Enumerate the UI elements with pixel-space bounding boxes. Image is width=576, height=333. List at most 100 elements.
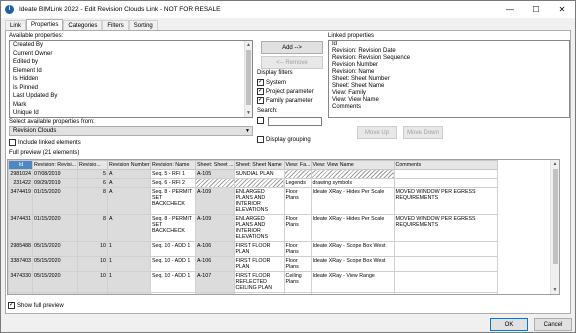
table-cell[interactable]: 1	[107, 256, 151, 272]
table-row[interactable]: 3387403 05/15/2020 10 1 Seq. 10 - ADD 1 A-106…	[8, 256, 498, 272]
table-cell[interactable]: 05/15/2020	[32, 292, 78, 294]
table-row[interactable]: 347443805/15/2020101Seq. 10 - ADD 1A-108…	[8, 292, 498, 294]
table-row[interactable]: 2981024 07/08/2019 5 A Seq. 5 - RFI 1 A-105 SU…	[8, 169, 498, 179]
available-property-item[interactable]: Created By	[10, 41, 252, 50]
available-scrollbar[interactable]: ▲ ▼	[244, 41, 252, 117]
table-cell[interactable]: 10	[77, 292, 108, 294]
table-cell[interactable]	[195, 178, 235, 188]
close-button[interactable]: ✕	[549, 1, 575, 18]
table-cell[interactable]	[310, 169, 395, 179]
table-cell[interactable]: Floor Plans	[283, 214, 312, 242]
table-cell[interactable]: Floor Plans	[283, 241, 312, 257]
checkbox-box[interactable]	[257, 117, 264, 124]
table-cell[interactable]: Ideate XRay - Hides Per Scale	[310, 187, 395, 215]
column-header[interactable]: View: Fa...	[283, 160, 312, 170]
table-cell[interactable]: 10	[77, 241, 108, 257]
checkbox-box[interactable]	[257, 136, 264, 143]
linked-properties-list[interactable]: Id Revision: Revision Date Revision: Revis…	[328, 40, 570, 118]
table-row[interactable]: 3474419 01/15/2020 8 A Seq. 8 - PERMIT SET B…	[8, 187, 498, 215]
linked-property-item[interactable]: View: Family	[329, 90, 569, 97]
table-cell[interactable]	[393, 256, 498, 272]
table-cell[interactable]: A-106	[195, 256, 235, 272]
table-cell[interactable]	[233, 178, 285, 188]
table-cell[interactable]: A	[107, 214, 151, 242]
table-cell[interactable]: Seq. 5 - RFI 1	[150, 169, 196, 179]
table-cell[interactable]: Seq. 10 - ADD 1	[150, 256, 196, 272]
table-row[interactable]: 3474431 01/15/2020 8 A Seq. 8 - PERMIT SET B…	[8, 214, 498, 242]
table-cell[interactable]	[393, 271, 498, 293]
available-properties-list[interactable]: Created By Current Owner Edited by Element …	[9, 40, 253, 118]
scroll-down-icon[interactable]: ▼	[551, 286, 559, 294]
table-cell[interactable]: Ideate XRay - Scope Box West	[310, 256, 395, 272]
table-cell[interactable]: Ideate XRay - Hides Per Scale	[310, 214, 395, 242]
linked-property-item[interactable]: Id	[329, 41, 569, 48]
table-cell[interactable]: ENLARGED PLANS AND INTERIOR ELEVATIONS	[233, 214, 285, 242]
table-cell[interactable]: 09/29/2019	[32, 178, 78, 188]
linked-property-item[interactable]: Comments	[329, 104, 569, 111]
move-up-button[interactable]: Move Up	[357, 126, 397, 139]
table-cell[interactable]: ENLARGED PLANS AND INTERIOR ELEVATIONS	[233, 187, 285, 215]
table-cell[interactable]: Legends	[283, 178, 312, 188]
checkbox-box[interactable]	[9, 139, 16, 146]
table-cell[interactable]: ENLARGED PLANS & INTERIOR	[233, 292, 285, 294]
grid-scroll-thumb[interactable]	[553, 169, 558, 264]
table-cell[interactable]: Seq. 10 - ADD 1	[150, 241, 196, 257]
column-header[interactable]: Comments	[393, 160, 498, 170]
remove-button[interactable]: <-- Remove	[261, 56, 323, 69]
table-cell[interactable]: 3474419	[8, 187, 33, 215]
tab-link[interactable]: Link	[5, 20, 27, 30]
display-grouping-checkbox[interactable]: Display grouping	[257, 136, 311, 143]
table-cell[interactable]: 05/15/2020	[32, 271, 78, 293]
column-header[interactable]: Revisio...	[77, 160, 108, 170]
filter-system-checkbox[interactable]: ✓ System	[257, 79, 286, 86]
table-cell[interactable]: 07/08/2019	[32, 169, 78, 179]
table-cell[interactable]: 8	[77, 187, 108, 215]
table-cell[interactable]: FIRST FLOOR PLAN	[233, 241, 285, 257]
table-cell[interactable]: drawing symbols	[310, 178, 395, 188]
available-property-item[interactable]: Last Updated By	[10, 92, 252, 101]
linked-property-item[interactable]: Revision: Revision Sequence	[329, 55, 569, 62]
check-icon[interactable]: ✓	[257, 88, 264, 95]
available-property-item[interactable]: Unique Id	[10, 109, 252, 117]
table-cell[interactable]: 01/15/2020	[32, 214, 78, 242]
include-linked-checkbox[interactable]: Include linked elements	[9, 139, 81, 146]
linked-property-item[interactable]: Revision: Name	[329, 69, 569, 76]
table-cell[interactable]: 6	[77, 178, 108, 188]
table-cell[interactable]: Ideate XRay - Scope Box West	[310, 292, 395, 294]
column-header[interactable]: Revision: Revisi...	[32, 160, 78, 170]
column-header[interactable]: Revision: Name	[150, 160, 196, 170]
table-cell[interactable]: 3387403	[8, 256, 33, 272]
search-checkbox[interactable]	[257, 117, 266, 124]
table-cell[interactable]: A-108	[195, 292, 235, 294]
filter-family-parameter-checkbox[interactable]: ✓ Family parameter	[257, 97, 313, 104]
table-cell[interactable]: 10	[77, 271, 108, 293]
cancel-button[interactable]: Cancel	[534, 318, 572, 331]
table-cell[interactable]: A-106	[195, 241, 235, 257]
column-header[interactable]: Sheet: Sheet ...	[195, 160, 235, 170]
scroll-up-icon[interactable]: ▲	[245, 41, 252, 49]
linked-property-item[interactable]: Revision Number	[329, 62, 569, 69]
table-cell[interactable]: Seq. 8 - PERMIT SET BACKCHECK	[150, 187, 196, 215]
table-cell[interactable]: A-105	[195, 169, 235, 179]
table-cell[interactable]: A	[107, 169, 151, 179]
tab-sorting[interactable]: Sorting	[128, 20, 158, 30]
table-cell[interactable]: 05/15/2020	[32, 256, 78, 272]
table-cell[interactable]: 3474330	[8, 271, 33, 293]
table-cell[interactable]	[393, 169, 498, 179]
filter-project-parameter-checkbox[interactable]: ✓ Project parameter	[257, 88, 314, 95]
table-cell[interactable]: FIRST FLOOR REFLECTED CEILING PLAN	[233, 271, 285, 293]
table-cell[interactable]: Floor Plans	[283, 292, 312, 294]
show-full-preview-checkbox[interactable]: ✓ Show full preview	[8, 302, 64, 309]
table-cell[interactable]: 05/15/2020	[32, 241, 78, 257]
available-property-item[interactable]: Is Pinned	[10, 84, 252, 93]
table-cell[interactable]: 1	[107, 271, 151, 293]
scroll-up-icon[interactable]: ▲	[551, 160, 559, 168]
check-icon[interactable]: ✓	[257, 79, 264, 86]
table-cell[interactable]: 8	[77, 214, 108, 242]
maximize-button[interactable]: ☐	[523, 1, 549, 18]
table-cell[interactable]: FIRST FLOOR PLAN	[233, 256, 285, 272]
table-cell[interactable]: 2985488	[8, 241, 33, 257]
table-cell[interactable]: 10	[77, 256, 108, 272]
table-cell[interactable]: 3474438	[8, 292, 33, 294]
table-cell[interactable]: 1	[107, 292, 151, 294]
